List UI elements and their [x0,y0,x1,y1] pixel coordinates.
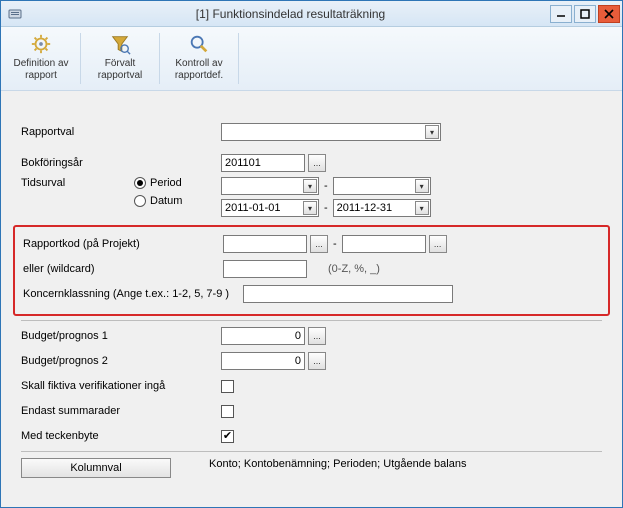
form-area: Rapportval ▾ Bokföringsår ... Tidsurval … [1,91,622,507]
datum-to-value: 2011-12-31 [337,202,392,214]
window-title: [1] Funktionsindelad resultaträkning [31,7,550,21]
dash: - [333,238,337,250]
budget1-input[interactable] [221,327,305,345]
budget1-lookup[interactable]: ... [308,327,326,345]
rapportval-combo[interactable]: ▾ [221,123,441,141]
period-to-combo[interactable]: ▾ [333,177,431,195]
period-from-combo[interactable]: ▾ [221,177,319,195]
dash: - [324,180,328,192]
maximize-button[interactable] [574,5,596,23]
divider [21,320,602,321]
fiktiva-checkbox[interactable] [221,380,234,393]
tool-label: Förvalt rapportval [84,58,156,81]
window-buttons [550,5,620,23]
label-eller-wildcard: eller (wildcard) [23,263,223,275]
chevron-down-icon: ▾ [303,201,317,215]
koncernklassning-input[interactable] [243,285,453,303]
wildcard-hint: (0-Z, %, _) [328,263,380,275]
radio-datum-label: Datum [150,195,182,207]
rapportkod-to-input[interactable] [342,235,426,253]
bokforingsar-lookup-button[interactable]: ... [308,154,326,172]
radio-datum-dot [134,195,146,207]
summarader-checkbox[interactable] [221,405,234,418]
app-icon [7,6,23,22]
minimize-button[interactable] [550,5,572,23]
label-rapportval: Rapportval [21,126,221,138]
toolbar-separator [238,33,239,84]
chevron-down-icon: ▾ [415,201,429,215]
radio-period-dot [134,177,146,189]
bokforingsar-input[interactable] [221,154,305,172]
label-rapportkod: Rapportkod (på Projekt) [23,238,223,250]
radio-period-label: Period [150,177,182,189]
label-koncernklassning: Koncernklassning (Ange t.ex.: 1-2, 5, 7-… [23,288,243,300]
datum-from-value: 2011-01-01 [225,202,280,214]
label-bokforingsar: Bokföringsår [21,157,221,169]
filter-icon [109,33,131,55]
radio-period[interactable]: Period [134,177,221,189]
label-teckenbyte: Med teckenbyte [21,430,221,442]
label-budget2: Budget/prognos 2 [21,355,221,367]
rapportkod-to-lookup[interactable]: ... [429,235,447,253]
toolbar-separator [80,33,81,84]
kolumnval-summary: Konto; Kontobenämning; Perioden; Utgåend… [209,458,466,470]
tool-kontroll-av-rapportdef[interactable]: Kontroll av rapportdef. [163,29,235,88]
radio-datum[interactable]: Datum [134,195,221,207]
label-tidsurval: Tidsurval [21,177,134,189]
kolumnval-button[interactable]: Kolumnval [21,458,171,478]
chevron-down-icon: ▾ [303,179,317,193]
divider [21,451,602,452]
datum-to-combo[interactable]: 2011-12-31 ▾ [333,199,431,217]
label-budget1: Budget/prognos 1 [21,330,221,342]
tool-forvalt-rapportval[interactable]: Förvalt rapportval [84,29,156,88]
teckenbyte-checkbox[interactable]: ✔ [221,430,234,443]
highlighted-group: Rapportkod (på Projekt) ... - ... eller … [13,225,610,316]
gear-icon [30,33,52,55]
tool-definition-av-rapport[interactable]: Definition av rapport [5,29,77,88]
title-bar: [1] Funktionsindelad resultaträkning [1,1,622,27]
rapportkod-from-lookup[interactable]: ... [310,235,328,253]
toolbar: Definition av rapport Förvalt rapportval… [1,27,622,91]
wildcard-input[interactable] [223,260,307,278]
budget2-lookup[interactable]: ... [308,352,326,370]
label-fiktiva: Skall fiktiva verifikationer ingå [21,380,221,392]
datum-from-combo[interactable]: 2011-01-01 ▾ [221,199,319,217]
chevron-down-icon: ▾ [415,179,429,193]
dash: - [324,202,328,214]
tool-label: Definition av rapport [5,58,77,81]
tool-label: Kontroll av rapportdef. [163,58,235,81]
label-summarader: Endast summarader [21,405,221,417]
toolbar-separator [159,33,160,84]
chevron-down-icon: ▾ [425,125,439,139]
budget2-input[interactable] [221,352,305,370]
close-button[interactable] [598,5,620,23]
magnifier-icon [188,33,210,55]
rapportkod-from-input[interactable] [223,235,307,253]
